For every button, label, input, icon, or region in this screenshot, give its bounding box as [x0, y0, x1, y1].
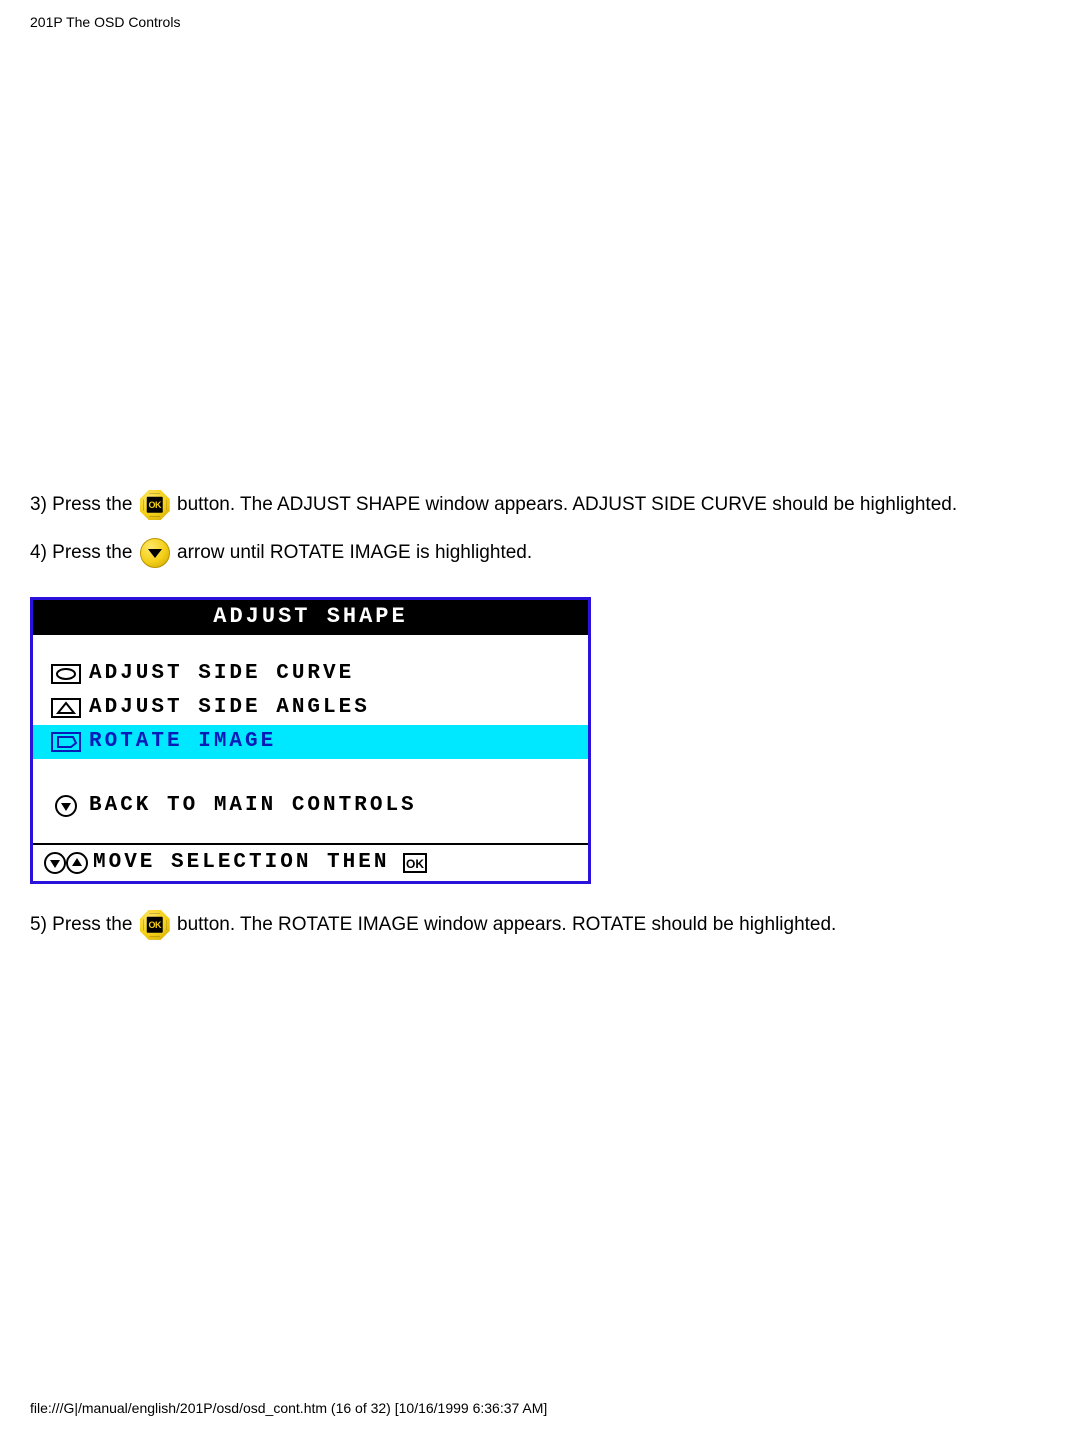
osd-footer: MOVE SELECTION THEN OK	[33, 845, 588, 881]
step-5-prefix: 5) Press the	[30, 914, 138, 935]
ok-button-icon: OK	[140, 910, 170, 940]
page-header: 201P The OSD Controls	[30, 14, 1050, 30]
rotate-image-icon	[43, 732, 89, 752]
page-footer: file:///G|/manual/english/201P/osd/osd_c…	[30, 1400, 1050, 1416]
side-curve-icon	[43, 664, 89, 684]
ok-small-icon: OK	[403, 853, 427, 873]
step-4-suffix: arrow until ROTATE IMAGE is highlighted.	[177, 542, 532, 563]
osd-item-adjust-side-curve[interactable]: ADJUST SIDE CURVE	[33, 657, 588, 691]
down-arrow-button-icon	[140, 538, 170, 568]
osd-item-label: ADJUST SIDE ANGLES	[89, 696, 370, 719]
step-3-prefix: 3) Press the	[30, 494, 138, 515]
step-4: 4) Press the arrow until ROTATE IMAGE is…	[30, 538, 1050, 568]
osd-panel: ADJUST SHAPE ADJUST SIDE CURVE	[30, 597, 591, 884]
back-down-icon	[43, 794, 89, 818]
ok-button-icon: OK	[140, 490, 170, 520]
step-5-suffix: button. The ROTATE IMAGE window appears.…	[177, 914, 836, 935]
step-4-prefix: 4) Press the	[30, 542, 138, 563]
osd-footer-label: MOVE SELECTION THEN	[93, 851, 389, 874]
osd-item-back[interactable]: BACK TO MAIN CONTROLS	[33, 789, 588, 823]
step-3: 3) Press the OK button. The ADJUST SHAPE…	[30, 490, 1050, 520]
osd-back-label: BACK TO MAIN CONTROLS	[89, 794, 417, 817]
move-up-down-icon	[39, 851, 93, 875]
svg-text:OK: OK	[406, 857, 424, 871]
step-3-suffix: button. The ADJUST SHAPE window appears.…	[177, 494, 957, 515]
osd-item-adjust-side-angles[interactable]: ADJUST SIDE ANGLES	[33, 691, 588, 725]
osd-item-label: ADJUST SIDE CURVE	[89, 662, 354, 685]
step-5: 5) Press the OK button. The ROTATE IMAGE…	[30, 910, 1050, 940]
osd-title: ADJUST SHAPE	[33, 600, 588, 635]
side-angles-icon	[43, 698, 89, 718]
osd-item-rotate-image[interactable]: ROTATE IMAGE	[33, 725, 588, 759]
osd-item-label: ROTATE IMAGE	[89, 730, 276, 753]
